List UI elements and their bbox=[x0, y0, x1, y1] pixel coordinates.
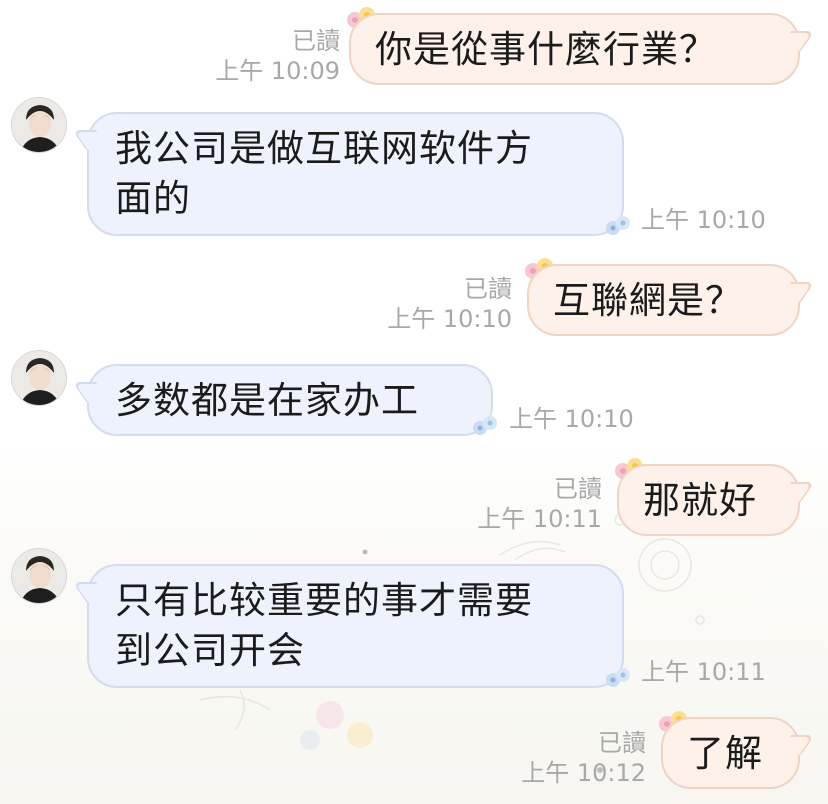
outgoing-message-bubble[interactable]: 互聯網是？ bbox=[527, 264, 816, 336]
message-meta: 已讀 上午 10:11 bbox=[442, 474, 602, 534]
user-avatar[interactable] bbox=[11, 97, 67, 153]
message-timestamp: 上午 10:10 bbox=[509, 405, 634, 433]
message-text-line: 我公司是做互联网软件方 bbox=[115, 127, 533, 170]
incoming-message-bubble[interactable]: 只有比较重要的事才需要 到公司开会 bbox=[71, 564, 624, 688]
message-meta: 上午 10:10 bbox=[641, 205, 766, 235]
message-text: 了解 bbox=[687, 732, 763, 775]
message-meta: 已讀 上午 10:09 bbox=[180, 26, 340, 86]
message-timestamp: 上午 10:11 bbox=[477, 505, 602, 533]
flower-sticker-decoration bbox=[606, 216, 630, 235]
read-receipt: 已讀 bbox=[464, 275, 512, 303]
outgoing-message-bubble[interactable]: 你是從事什麼行業？ bbox=[349, 13, 816, 85]
read-receipt: 已讀 bbox=[554, 475, 602, 503]
message-timestamp: 上午 10:09 bbox=[215, 57, 340, 85]
incoming-message-bubble[interactable]: 多数都是在家办工 bbox=[71, 364, 493, 436]
message-text: 你是從事什麼行業？ bbox=[375, 28, 717, 71]
message-timestamp: 上午 10:12 bbox=[521, 759, 646, 787]
read-receipt: 已讀 bbox=[292, 27, 340, 55]
message-text-line: 到公司开会 bbox=[115, 629, 305, 672]
flower-sticker-decoration bbox=[606, 668, 630, 687]
read-receipt: 已讀 bbox=[598, 729, 646, 757]
user-avatar[interactable] bbox=[11, 548, 67, 604]
message-text: 多数都是在家办工 bbox=[115, 379, 419, 422]
message-text: 互聯網是？ bbox=[553, 279, 743, 322]
message-timestamp: 上午 10:10 bbox=[641, 206, 766, 234]
outgoing-message-bubble[interactable]: 了解 bbox=[661, 717, 816, 789]
message-meta: 上午 10:11 bbox=[641, 657, 766, 687]
outgoing-message-bubble[interactable]: 那就好 bbox=[617, 464, 816, 536]
message-text-line: 只有比较重要的事才需要 bbox=[115, 579, 533, 622]
message-text: 那就好 bbox=[643, 479, 757, 522]
user-avatar[interactable] bbox=[11, 350, 67, 406]
message-meta: 已讀 上午 10:12 bbox=[486, 728, 646, 788]
message-meta: 已讀 上午 10:10 bbox=[352, 274, 512, 334]
message-meta: 上午 10:10 bbox=[509, 404, 634, 434]
incoming-message-bubble[interactable]: 我公司是做互联网软件方 面的 bbox=[71, 112, 624, 236]
message-timestamp: 上午 10:11 bbox=[641, 658, 766, 686]
flower-sticker-decoration bbox=[473, 416, 497, 435]
message-text-line: 面的 bbox=[115, 177, 191, 220]
message-timestamp: 上午 10:10 bbox=[387, 305, 512, 333]
